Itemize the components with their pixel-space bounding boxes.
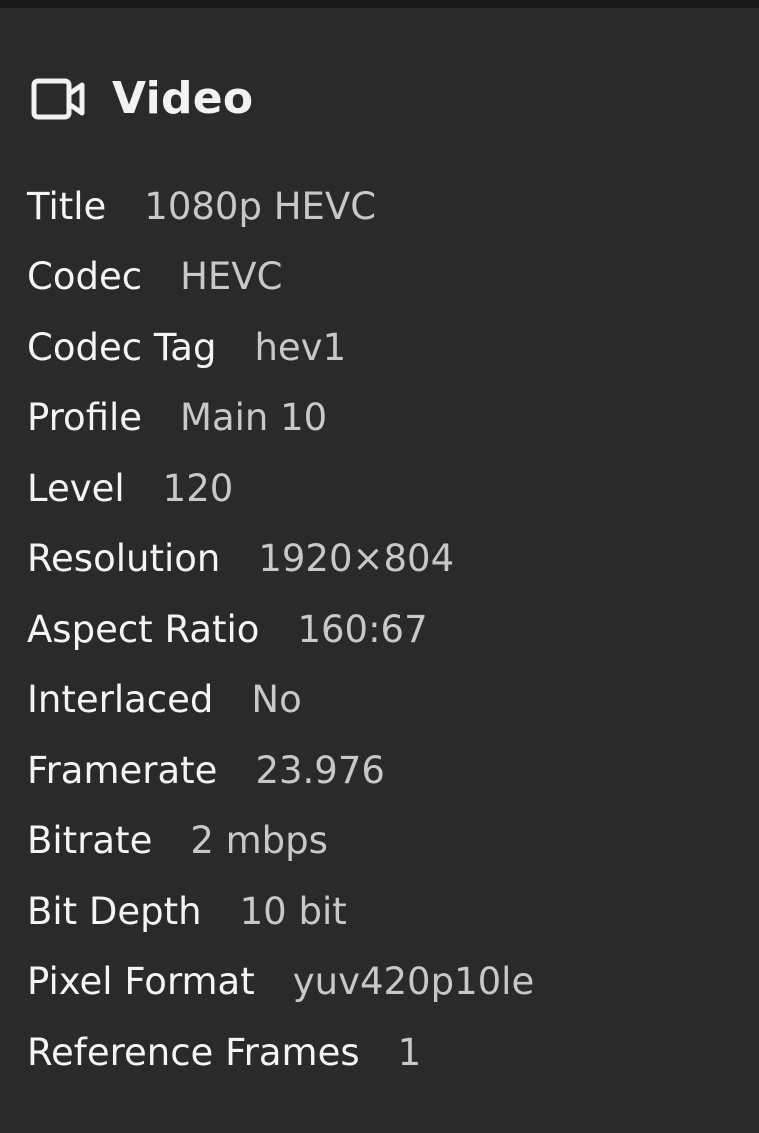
property-label: Bit Depth xyxy=(27,889,202,933)
property-label: Level xyxy=(27,466,125,510)
property-value: 1920×804 xyxy=(258,537,455,581)
property-row-level: Level 120 xyxy=(27,453,747,524)
section-title: Video xyxy=(112,73,254,124)
property-label: Title xyxy=(27,184,107,228)
property-label: Framerate xyxy=(27,748,218,792)
property-row-interlaced: Interlaced No xyxy=(27,665,747,736)
property-value: 1080p HEVC xyxy=(144,184,377,228)
property-value: 1 xyxy=(397,1030,422,1074)
property-value: 120 xyxy=(162,466,234,510)
property-row-bitrate: Bitrate 2 mbps xyxy=(27,806,747,877)
property-label: Resolution xyxy=(27,537,221,581)
property-label: Interlaced xyxy=(27,678,214,722)
property-value: 10 bit xyxy=(239,889,347,933)
property-row-bit-depth: Bit Depth 10 bit xyxy=(27,876,747,947)
section-header: Video xyxy=(30,66,253,132)
property-label: Codec Tag xyxy=(27,325,217,369)
video-camera-icon xyxy=(31,78,85,120)
property-value: yuv420p10le xyxy=(292,960,535,1004)
property-row-aspect-ratio: Aspect Ratio 160:67 xyxy=(27,594,747,665)
video-info-panel: Video Title 1080p HEVC Codec HEVC Codec … xyxy=(0,8,759,1133)
property-row-profile: Profile Main 10 xyxy=(27,383,747,454)
property-row-codec: Codec HEVC xyxy=(27,242,747,313)
property-row-codec-tag: Codec Tag hev1 xyxy=(27,312,747,383)
property-label: Aspect Ratio xyxy=(27,607,260,651)
property-value: 2 mbps xyxy=(190,819,328,863)
property-value: No xyxy=(251,678,302,722)
property-row-framerate: Framerate 23.976 xyxy=(27,735,747,806)
property-label: Pixel Format xyxy=(27,960,255,1004)
property-row-resolution: Resolution 1920×804 xyxy=(27,524,747,595)
property-value: HEVC xyxy=(180,255,283,299)
property-label: Profile xyxy=(27,396,143,440)
property-row-title: Title 1080p HEVC xyxy=(27,171,747,242)
property-label: Bitrate xyxy=(27,819,153,863)
property-row-pixel-format: Pixel Format yuv420p10le xyxy=(27,947,747,1018)
property-value: hev1 xyxy=(254,325,347,369)
top-divider-strip xyxy=(0,0,759,8)
property-value: 23.976 xyxy=(255,748,385,792)
property-label: Reference Frames xyxy=(27,1030,360,1074)
property-value: Main 10 xyxy=(180,396,328,440)
property-list: Title 1080p HEVC Codec HEVC Codec Tag he… xyxy=(27,171,747,1088)
property-row-reference-frames: Reference Frames 1 xyxy=(27,1017,747,1088)
property-value: 160:67 xyxy=(297,607,428,651)
property-label: Codec xyxy=(27,255,143,299)
